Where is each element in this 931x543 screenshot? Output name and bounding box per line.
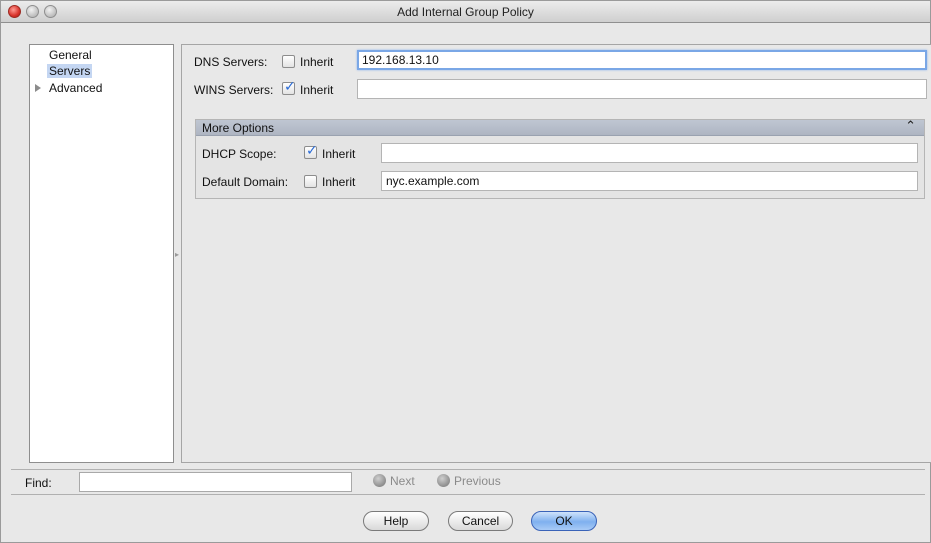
wins-inherit-label: Inherit: [300, 83, 334, 97]
wins-inherit-checkbox[interactable]: ✓: [282, 78, 296, 95]
next-arrow-icon: [373, 474, 386, 487]
nav-item-advanced[interactable]: Advanced: [49, 81, 102, 95]
servers-panel: DNS Servers: Inherit WINS Servers: ✓ Inh…: [181, 44, 931, 463]
checkmark-icon: ✓: [306, 142, 318, 158]
more-options-title: More Options: [202, 121, 275, 135]
dhcp-scope-label: DHCP Scope:: [202, 147, 277, 161]
dhcp-scope-input[interactable]: [381, 143, 918, 163]
dns-servers-label: DNS Servers:: [194, 55, 268, 69]
help-button[interactable]: Help: [363, 511, 429, 531]
find-previous-button[interactable]: Previous: [437, 474, 501, 490]
window-title: Add Internal Group Policy: [397, 5, 534, 19]
ok-button[interactable]: OK: [531, 511, 597, 531]
nav-item-servers[interactable]: Servers: [47, 64, 93, 78]
wins-servers-label: WINS Servers:: [194, 83, 274, 97]
more-options-header[interactable]: More Options ⌃: [196, 118, 924, 136]
splitter-handle[interactable]: ▸: [175, 250, 179, 259]
dhcp-inherit-label: Inherit: [322, 147, 356, 161]
find-next-button[interactable]: Next: [373, 474, 415, 490]
find-label: Find:: [25, 476, 52, 490]
dialog-window: Add Internal Group Policy General Server…: [0, 0, 931, 543]
default-domain-label: Default Domain:: [202, 175, 289, 189]
more-options-panel: More Options ⌃ DHCP Scope: ✓ Inherit Def…: [195, 118, 925, 199]
expand-triangle-icon[interactable]: [35, 84, 41, 92]
domain-inherit-checkbox[interactable]: [304, 175, 317, 188]
cancel-button[interactable]: Cancel: [448, 511, 513, 531]
find-previous-label: Previous: [454, 474, 501, 488]
checkmark-icon: ✓: [284, 78, 296, 94]
dns-inherit-label: Inherit: [300, 55, 334, 69]
title-bar[interactable]: Add Internal Group Policy: [1, 1, 930, 23]
dhcp-inherit-checkbox[interactable]: ✓: [304, 142, 318, 159]
dialog-content: General Servers Advanced ▸ DNS Servers: …: [11, 34, 931, 463]
wins-servers-input[interactable]: [357, 79, 927, 99]
domain-inherit-label: Inherit: [322, 175, 356, 189]
navigation-tree: General Servers Advanced: [29, 44, 174, 463]
collapse-chevron-icon[interactable]: ⌃: [905, 118, 916, 134]
nav-item-general[interactable]: General: [49, 48, 92, 62]
previous-arrow-icon: [437, 474, 450, 487]
find-next-label: Next: [390, 474, 415, 488]
dns-servers-input[interactable]: [357, 50, 927, 70]
find-bar: Find: Next Previous: [11, 469, 925, 495]
dns-inherit-checkbox[interactable]: [282, 55, 295, 68]
default-domain-input[interactable]: [381, 171, 918, 191]
find-input[interactable]: [79, 472, 352, 492]
